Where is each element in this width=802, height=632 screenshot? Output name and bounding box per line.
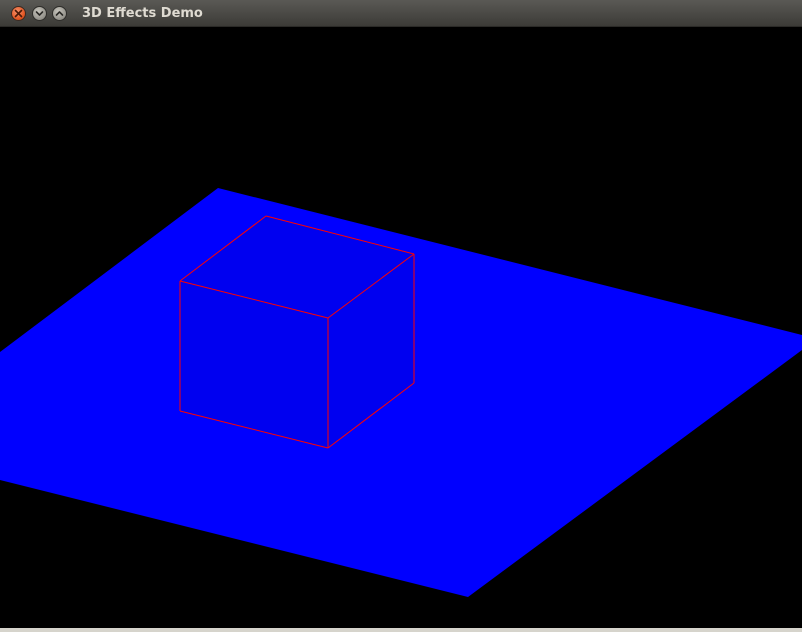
window-title: 3D Effects Demo — [82, 6, 203, 21]
app-window: 3D Effects Demo — [0, 0, 802, 632]
maximize-button[interactable] — [52, 6, 67, 21]
close-icon — [14, 9, 23, 18]
close-button[interactable] — [11, 6, 26, 21]
window-bottom-border — [0, 628, 802, 632]
minimize-icon — [35, 9, 44, 18]
maximize-icon — [55, 9, 64, 18]
minimize-button[interactable] — [32, 6, 47, 21]
3d-viewport[interactable] — [0, 27, 802, 628]
title-bar[interactable]: 3D Effects Demo — [0, 0, 802, 27]
scene-canvas — [0, 188, 802, 597]
